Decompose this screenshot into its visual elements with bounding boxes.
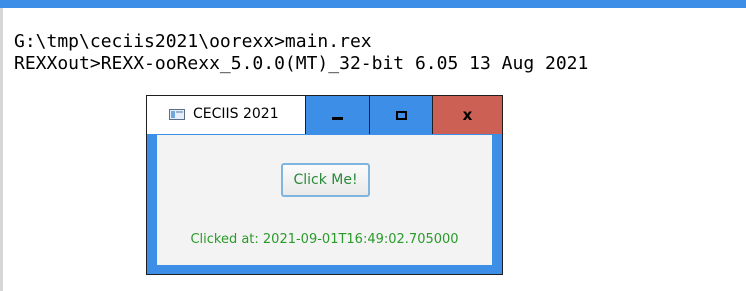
maximize-button[interactable] <box>370 96 433 134</box>
minimize-button[interactable] <box>306 96 370 134</box>
console-window-border <box>0 0 746 8</box>
close-button[interactable]: x <box>433 96 502 134</box>
desktop-screen: G:\tmp\ceciis2021\oorexx>main.rex REXXout… <box>0 0 746 291</box>
application-window-icon <box>169 109 185 120</box>
window-client-area: Click Me! Clicked at: 2021-09-01T16:49:0… <box>157 135 492 265</box>
click-me-button[interactable]: Click Me! <box>281 163 370 197</box>
ceciis-app-window: CECIIS 2021 x Click Me! Clicked at: 2021… <box>146 95 503 275</box>
console-line-command: G:\tmp\ceciis2021\oorexx>main.rex <box>14 31 372 52</box>
window-titlebar[interactable]: CECIIS 2021 x <box>147 96 502 134</box>
console-line-output: REXXout>REXX-ooRexx_5.0.0(MT)_32-bit 6.0… <box>14 53 589 74</box>
console-output: G:\tmp\ceciis2021\oorexx>main.rex REXXout… <box>14 31 588 75</box>
window-title-tab: CECIIS 2021 <box>147 96 306 134</box>
click-status-label: Clicked at: 2021-09-01T16:49:02.705000 <box>190 232 459 247</box>
console-left-edge <box>0 8 3 291</box>
maximize-icon <box>395 110 407 120</box>
close-icon: x <box>462 105 473 124</box>
minimize-icon <box>332 116 343 120</box>
window-title: CECIIS 2021 <box>193 106 279 122</box>
